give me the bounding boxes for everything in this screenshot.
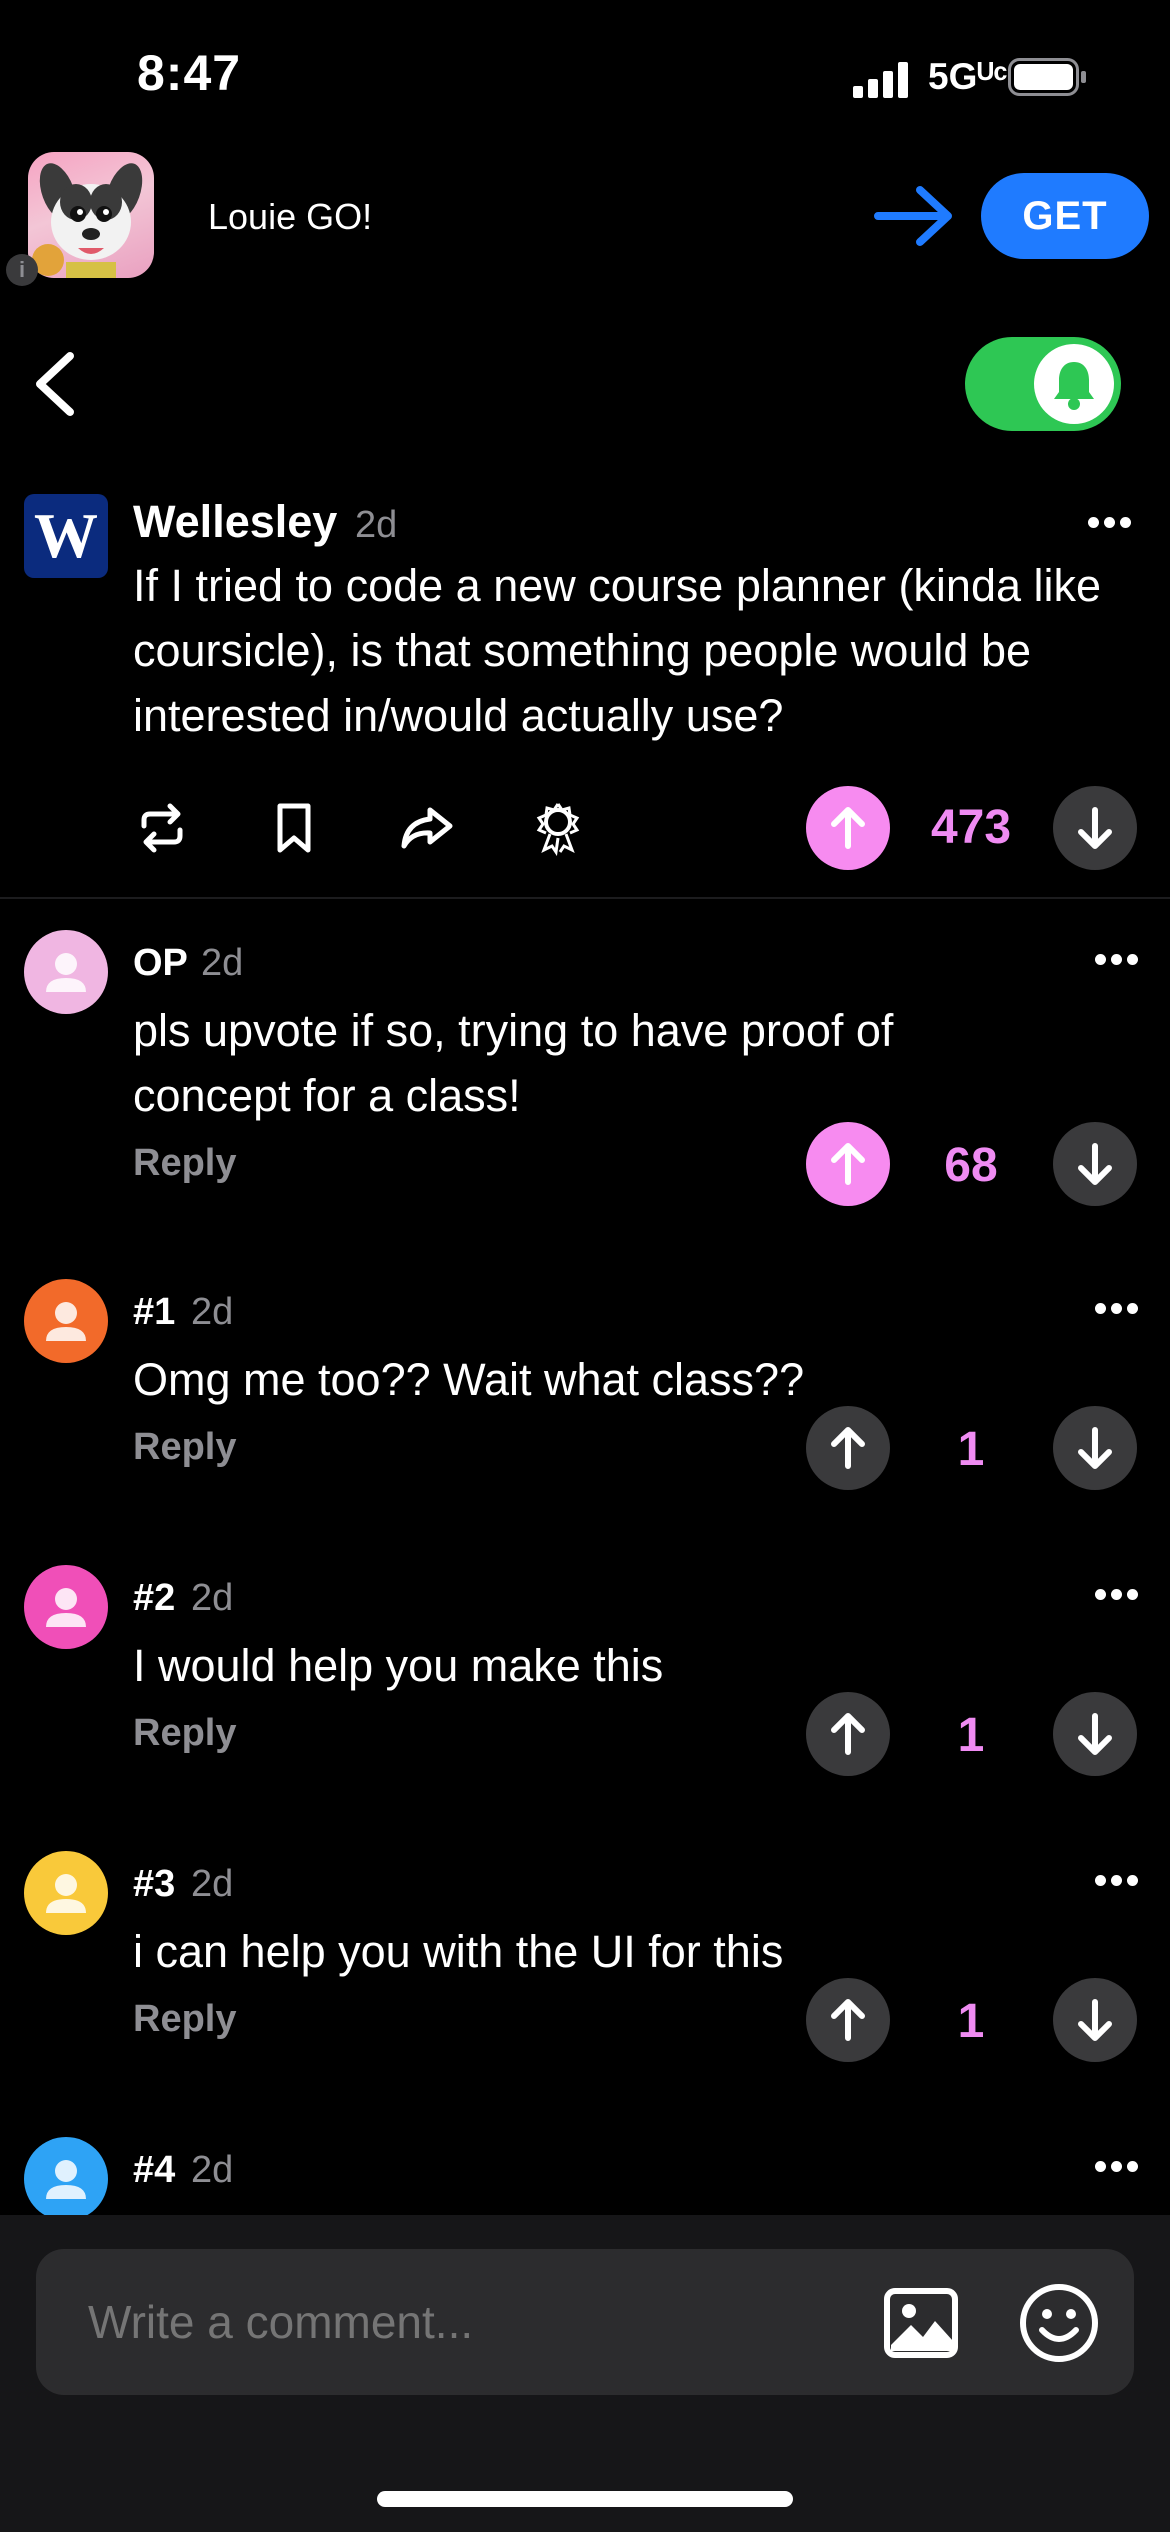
post-vote-count: 473 (930, 801, 1012, 854)
comment-body: pls upvote if so, trying to have proof o… (133, 1005, 894, 1121)
comment-time: 2d (191, 1291, 234, 1333)
dog-mascot-icon (32, 163, 143, 278)
arrow-up-icon (831, 1713, 865, 1755)
comment-vote-count: 1 (957, 1423, 985, 1476)
arrow-up-icon (831, 1427, 865, 1469)
award-icon[interactable] (530, 800, 586, 856)
comment-time: 2d (191, 2149, 234, 2191)
comment-upvote-button[interactable] (806, 1978, 890, 2062)
comment-more-icon[interactable] (1095, 1303, 1139, 1317)
comment-more-icon[interactable] (1095, 1875, 1139, 1889)
comment-time: 2d (191, 1863, 234, 1905)
avatar[interactable] (24, 1851, 108, 1935)
comment-upvote-button[interactable] (806, 1122, 890, 1206)
comment-downvote-button[interactable] (1053, 1692, 1137, 1776)
person-icon (46, 1588, 86, 1627)
comment-downvote-button[interactable] (1053, 1406, 1137, 1490)
comment-more-icon[interactable] (1095, 2161, 1139, 2175)
reply-button[interactable]: Reply (133, 1142, 236, 1185)
ad-info-icon[interactable]: i (6, 254, 38, 286)
avatar[interactable] (24, 1565, 108, 1649)
arrow-right-icon (874, 186, 952, 246)
emoji-icon[interactable] (1018, 2282, 1100, 2364)
comment-time: 2d (191, 1577, 234, 1619)
avatar[interactable] (24, 930, 108, 1014)
status-time: 8:47 (137, 45, 242, 101)
post-upvote-button[interactable] (806, 786, 890, 870)
comment-upvote-button[interactable] (806, 1406, 890, 1490)
signal-icon (853, 62, 908, 98)
comment-vote-count: 1 (957, 1709, 985, 1762)
reply-button[interactable]: Reply (133, 1998, 236, 2041)
comment-upvote-button[interactable] (806, 1692, 890, 1776)
get-button[interactable]: GET (981, 173, 1149, 259)
arrow-down-icon (1078, 807, 1112, 849)
image-icon[interactable] (883, 2285, 959, 2361)
bookmark-icon[interactable] (266, 800, 322, 856)
ad-title: Louie GO! (208, 196, 373, 237)
bell-icon (1054, 362, 1094, 410)
arrow-down-icon (1078, 1427, 1112, 1469)
school-logo[interactable]: W (24, 494, 108, 578)
comment-body: Omg me too?? Wait what class?? (133, 1354, 805, 1405)
toggle-knob (1034, 344, 1114, 424)
person-icon (46, 1302, 86, 1341)
comment-author: #2 (133, 1577, 176, 1619)
arrow-down-icon (1078, 1999, 1112, 2041)
share-icon[interactable] (398, 800, 454, 856)
avatar[interactable] (24, 1279, 108, 1363)
ad-app-icon[interactable] (28, 152, 154, 278)
comment-vote-count: 68 (944, 1139, 998, 1192)
home-indicator (377, 2491, 793, 2507)
network-label: 5Gᵁᶜ (928, 56, 1008, 97)
comment-body: I would help you make this (133, 1640, 664, 1691)
post-author: Wellesley (133, 496, 338, 547)
arrow-up-icon (831, 807, 865, 849)
repost-icon[interactable] (134, 800, 190, 856)
comment-more-icon[interactable] (1095, 954, 1139, 968)
comment-vote-count: 1 (957, 1995, 985, 2048)
post-time: 2d (355, 504, 398, 546)
reply-button[interactable]: Reply (133, 1426, 236, 1469)
comment-more-icon[interactable] (1095, 1589, 1139, 1603)
post-downvote-button[interactable] (1053, 786, 1137, 870)
comment-downvote-button[interactable] (1053, 1978, 1137, 2062)
reply-button[interactable]: Reply (133, 1712, 236, 1755)
notifications-toggle[interactable] (965, 337, 1121, 431)
arrow-down-icon (1078, 1143, 1112, 1185)
comment-time: 2d (201, 942, 244, 984)
arrow-up-icon (831, 1999, 865, 2041)
comment-input[interactable] (88, 2295, 868, 2349)
back-chevron-icon[interactable] (30, 350, 80, 418)
post-divider (0, 897, 1170, 899)
comment-author: OP (133, 942, 188, 984)
comment-author: #4 (133, 2149, 176, 2191)
person-icon (46, 953, 86, 992)
person-icon (46, 1874, 86, 1913)
avatar[interactable] (24, 2137, 108, 2221)
arrow-down-icon (1078, 1713, 1112, 1755)
comment-author: #3 (133, 1863, 176, 1905)
comment-composer[interactable] (36, 2249, 1134, 2395)
post-body: If I tried to code a new course planner … (133, 560, 1102, 741)
arrow-up-icon (831, 1143, 865, 1185)
comment-body: i can help you with the UI for this (133, 1926, 784, 1977)
comment-downvote-button[interactable] (1053, 1122, 1137, 1206)
person-icon (46, 2160, 86, 2199)
post-more-icon[interactable] (1088, 517, 1132, 531)
comment-author: #1 (133, 1291, 176, 1333)
battery-icon (1008, 58, 1086, 96)
